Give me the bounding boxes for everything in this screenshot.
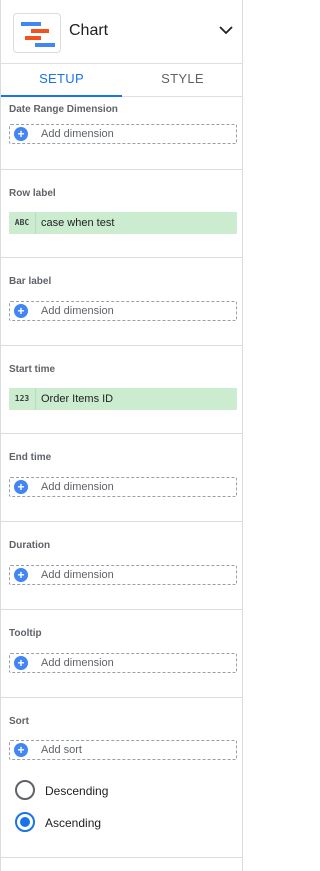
end-time-heading: End time <box>9 452 52 463</box>
bar-label-heading: Bar label <box>9 276 52 287</box>
section-tooltip: Tooltip + Add dimension <box>1 610 243 698</box>
sort-heading: Sort <box>9 716 29 727</box>
add-bar-label-dimension[interactable]: + Add dimension <box>9 301 237 321</box>
number-type-icon: 123 <box>9 388 36 410</box>
plus-icon: + <box>14 656 28 670</box>
chart-header: Chart <box>1 0 243 64</box>
plus-icon: + <box>14 743 28 757</box>
add-dimension-text: Add dimension <box>41 481 114 493</box>
sort-descending-label: Descending <box>45 784 109 798</box>
add-dimension-text: Add dimension <box>41 128 114 140</box>
start-time-field-name: Order Items ID <box>41 393 114 405</box>
add-dimension-text: Add dimension <box>41 305 114 317</box>
sort-descending-radio[interactable] <box>15 780 35 800</box>
tab-setup[interactable]: SETUP <box>1 64 122 97</box>
sort-ascending-radio[interactable] <box>15 812 35 832</box>
start-time-heading: Start time <box>9 364 56 375</box>
chart-type-title: Chart <box>69 22 109 39</box>
section-start-time: Start time 123 Order Items ID <box>1 346 243 434</box>
section-sort: Sort + Add sort Descending Ascending <box>1 698 243 858</box>
chart-type-selector[interactable] <box>13 13 61 53</box>
add-end-time-dimension[interactable]: + Add dimension <box>9 477 237 497</box>
sort-ascending-label: Ascending <box>45 816 102 830</box>
plus-icon: + <box>14 127 28 141</box>
chevron-down-icon[interactable] <box>219 26 233 35</box>
add-duration-dimension[interactable]: + Add dimension <box>9 565 237 585</box>
add-sort-text: Add sort <box>41 744 82 756</box>
plus-icon: + <box>14 568 28 582</box>
row-label-heading: Row label <box>9 188 56 199</box>
add-dimension-text: Add dimension <box>41 569 114 581</box>
tooltip-heading: Tooltip <box>9 628 42 639</box>
panel-tabs: SETUP STYLE <box>1 64 243 97</box>
row-label-field-chip[interactable]: ABC case when test <box>9 212 237 234</box>
plus-icon: + <box>14 480 28 494</box>
date-range-label: Date Range Dimension <box>9 104 118 115</box>
plus-icon: + <box>14 304 28 318</box>
add-sort-button[interactable]: + Add sort <box>9 740 237 760</box>
duration-heading: Duration <box>9 540 51 551</box>
section-end-time: End time + Add dimension <box>1 434 243 522</box>
section-row-label: Row label ABC case when test <box>1 170 243 258</box>
add-tooltip-dimension[interactable]: + Add dimension <box>9 653 237 673</box>
chart-properties-panel: Chart SETUP STYLE Date Range Dimension +… <box>0 0 243 871</box>
gantt-chart-icon <box>21 22 55 47</box>
section-bar-label: Bar label + Add dimension <box>1 258 243 346</box>
add-dimension-text: Add dimension <box>41 657 114 669</box>
start-time-field-chip[interactable]: 123 Order Items ID <box>9 388 237 410</box>
tab-style[interactable]: STYLE <box>122 64 243 97</box>
section-duration: Duration + Add dimension <box>1 522 243 610</box>
row-label-field-name: case when test <box>41 217 115 229</box>
add-date-range-dimension[interactable]: + Add dimension <box>9 124 237 144</box>
text-type-icon: ABC <box>9 212 36 234</box>
section-date-range: Date Range Dimension + Add dimension <box>1 97 243 170</box>
